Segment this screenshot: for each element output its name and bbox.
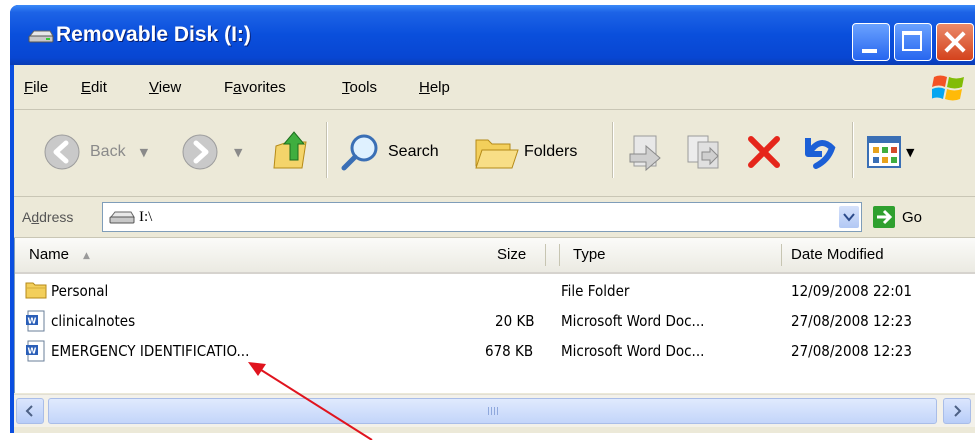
search-icon [341, 134, 378, 171]
address-value: I:\ [139, 209, 153, 225]
folders-button[interactable]: Folders [474, 132, 577, 172]
file-row[interactable]: W clinicalnotes 20 KB Microsoft Word Doc… [15, 306, 975, 336]
delete-x-icon [748, 136, 780, 168]
column-headers: Name ▲ Size Type Date Modified [15, 238, 975, 274]
file-row[interactable]: Personal File Folder 12/09/2008 22:01 [15, 276, 975, 306]
delete-button[interactable] [746, 134, 782, 170]
address-label: Address [22, 209, 74, 225]
folders-icon [475, 139, 519, 169]
undo-button[interactable] [798, 132, 838, 172]
word-document-icon: W [25, 340, 47, 366]
back-button[interactable]: Back ▼ [42, 132, 148, 172]
file-row[interactable]: W EMERGENCY IDENTIFICATIO... 678 KB Micr… [15, 336, 975, 366]
scroll-left-button[interactable] [16, 398, 44, 424]
windows-logo-icon [931, 73, 966, 107]
file-date: 27/08/2008 12:23 [791, 342, 912, 360]
removable-drive-icon [28, 29, 54, 48]
sort-ascending-icon: ▲ [83, 251, 90, 261]
svg-text:W: W [28, 317, 37, 326]
search-label: Search [388, 143, 439, 160]
up-folder-icon [273, 131, 307, 169]
file-date: 12/09/2008 22:01 [791, 282, 912, 300]
back-arrow-icon [44, 134, 80, 170]
menu-edit[interactable]: Edit [81, 79, 107, 96]
move-to-icon [629, 135, 661, 172]
move-to-button[interactable] [626, 132, 666, 172]
copy-to-icon [687, 135, 719, 169]
toolbar: Back ▼ ▼ Search Folders ▼ [14, 110, 975, 197]
menu-file[interactable]: File [24, 79, 48, 96]
file-list[interactable]: Name ▲ Size Type Date Modified Personal … [14, 238, 975, 393]
scroll-thumb[interactable] [48, 398, 937, 424]
chevron-right-icon [954, 405, 962, 417]
undo-icon [805, 138, 836, 169]
file-size: 678 KB [485, 342, 534, 360]
file-size: 20 KB [495, 312, 535, 330]
copy-to-button[interactable] [684, 132, 724, 172]
folders-label: Folders [524, 143, 578, 160]
column-header-size[interactable]: Size [497, 246, 526, 263]
drive-icon [109, 210, 135, 229]
views-icon [867, 136, 901, 168]
menu-help[interactable]: Help [419, 79, 450, 96]
svg-text:W: W [28, 347, 37, 356]
forward-button[interactable]: ▼ [180, 132, 242, 172]
address-dropdown-icon[interactable] [839, 206, 859, 228]
back-label: Back [90, 143, 126, 160]
go-label: Go [902, 208, 923, 226]
folder-icon [25, 280, 47, 304]
column-header-type[interactable]: Type [573, 246, 606, 263]
maximize-button[interactable] [894, 23, 932, 61]
file-name: clinicalnotes [51, 312, 136, 330]
minimize-button[interactable] [852, 23, 890, 61]
column-header-date-modified[interactable]: Date Modified [791, 246, 884, 263]
explorer-window: Removable Disk (I:) File Edit View Favor… [10, 5, 975, 433]
column-header-name[interactable]: Name [29, 246, 69, 263]
file-name: Personal [51, 282, 109, 300]
chevron-left-icon [25, 405, 33, 417]
client-area: File Edit View Favorites Tools Help Back… [14, 65, 975, 433]
back-dropdown-icon[interactable]: ▼ [140, 146, 148, 159]
menu-favorites[interactable]: Favorites [224, 79, 286, 96]
views-dropdown-icon[interactable]: ▼ [906, 146, 914, 159]
menu-bar: File Edit View Favorites Tools Help [14, 65, 975, 110]
go-arrow-icon [873, 206, 895, 228]
views-button[interactable]: ▼ [866, 134, 914, 170]
horizontal-scrollbar[interactable] [14, 394, 975, 427]
window-title: Removable Disk (I:) [56, 23, 251, 46]
forward-dropdown-icon[interactable]: ▼ [234, 146, 242, 159]
address-bar: Address I:\ Go [14, 197, 975, 238]
word-document-icon: W [25, 310, 47, 336]
go-button[interactable]: Go [872, 205, 922, 229]
file-type: Microsoft Word Doc... [561, 312, 705, 330]
scroll-right-button[interactable] [943, 398, 971, 424]
close-button[interactable] [936, 23, 974, 61]
file-date: 27/08/2008 12:23 [791, 312, 912, 330]
menu-tools[interactable]: Tools [342, 79, 377, 96]
up-folder-button[interactable] [272, 130, 310, 172]
menu-view[interactable]: View [149, 79, 181, 96]
address-input[interactable]: I:\ [102, 202, 862, 232]
search-button[interactable]: Search [340, 132, 439, 172]
file-name: EMERGENCY IDENTIFICATIO... [51, 342, 250, 360]
title-bar[interactable]: Removable Disk (I:) [10, 5, 975, 65]
forward-arrow-icon [182, 134, 218, 170]
file-type: File Folder [561, 282, 630, 300]
file-type: Microsoft Word Doc... [561, 342, 705, 360]
